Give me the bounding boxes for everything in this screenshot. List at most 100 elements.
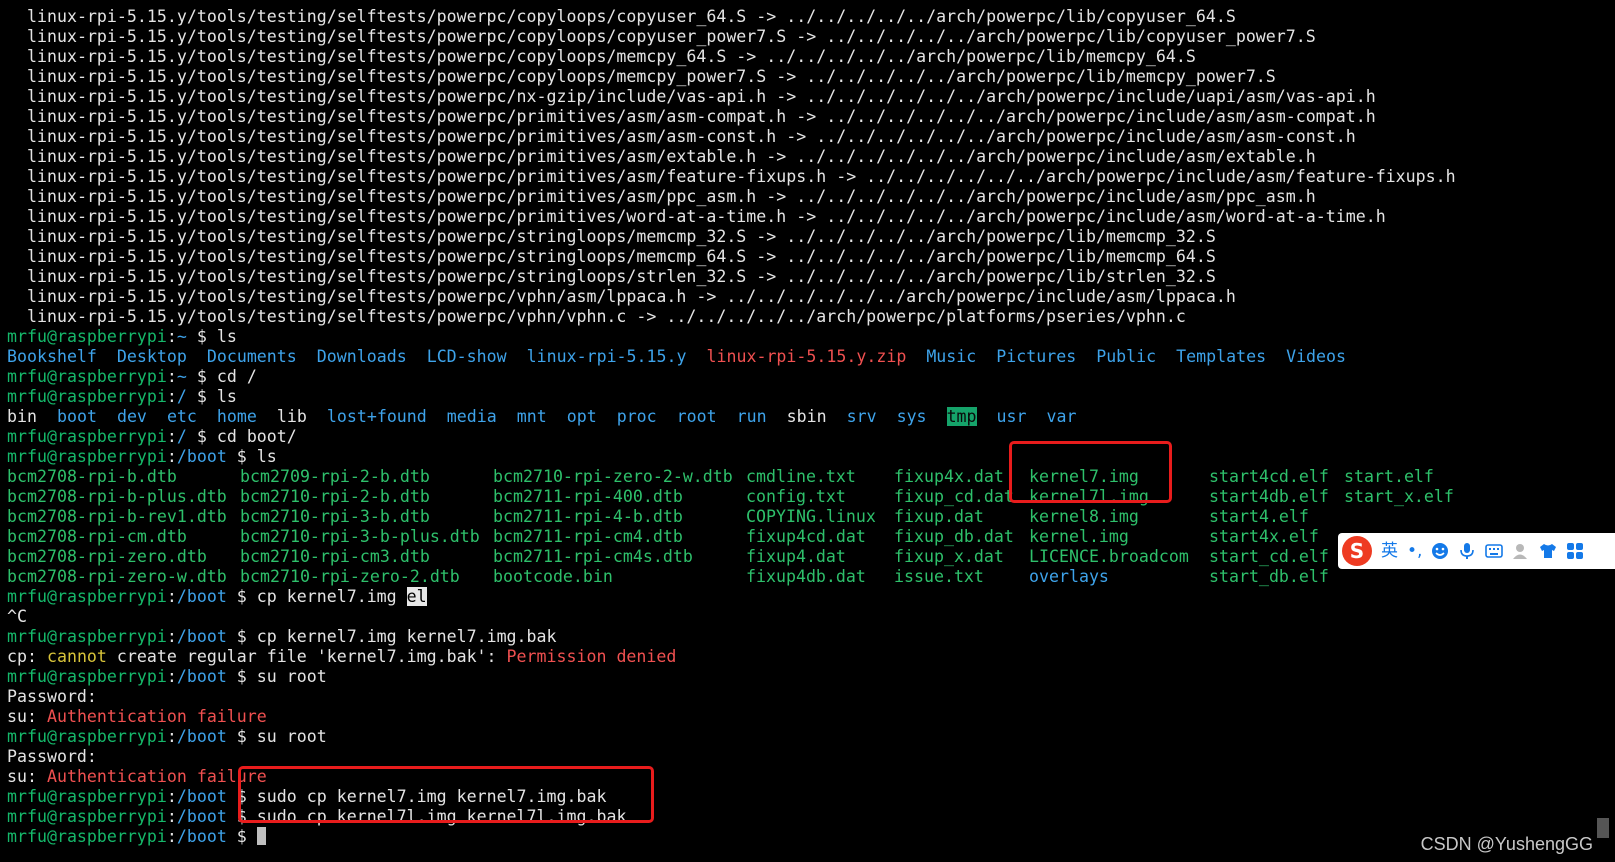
root-listing: bin boot dev etc home lib lost+found media mnt op… [7,407,1597,427]
ime-toolbar[interactable]: S 英 •, [1338,533,1615,569]
boot-file-entry: bcm2711-rpi-400.dtb [493,487,683,506]
emoji-icon[interactable] [1431,542,1449,560]
boot-file-entry: bcm2711-rpi-cm4s.dtb [493,547,693,566]
file-entry: etc [166,407,197,426]
watermark: CSDN @YushengGG [1420,834,1593,854]
boot-file-entry: bcm2708-rpi-b-rev1.dtb [7,507,227,526]
file-entry: linux-rpi-5.15.y.zip [706,347,907,366]
symlink-line: linux-rpi-5.15.y/tools/testing/selftests… [27,147,1316,166]
file-entry: linux-rpi-5.15.y [526,347,687,366]
highlight-box-kernel-files [1009,441,1172,503]
boot-file-entry: kernel8.img [1029,507,1139,526]
prompt-line: mrfu@raspberrypi:~ $ ls [7,327,237,346]
file-entry: mnt [516,407,547,426]
file-entry: lost+found [326,407,427,426]
prompt-line: mrfu@raspberrypi:/boot $ ls [7,447,277,466]
boot-file-entry: issue.txt [894,567,984,586]
file-entry: Videos [1286,347,1347,366]
scrollbar-thumb[interactable] [1597,818,1609,838]
prompt-line: mrfu@raspberrypi:/boot $ cp kernel7.img … [7,627,557,646]
boot-file-entry: start_cd.elf [1209,547,1329,566]
symlink-line: linux-rpi-5.15.y/tools/testing/selftests… [27,267,1216,286]
symlink-line: linux-rpi-5.15.y/tools/testing/selftests… [27,87,1376,106]
file-entry: usr [996,407,1027,426]
boot-file-entry: bcm2708-rpi-cm.dtb [7,527,187,546]
mic-icon[interactable] [1458,542,1476,560]
symlink-line: linux-rpi-5.15.y/tools/testing/selftests… [27,7,1236,26]
boot-file-entry: fixup4db.dat [746,567,866,586]
password-prompt: Password: [7,687,97,706]
symlink-line: linux-rpi-5.15.y/tools/testing/selftests… [27,127,1356,146]
boot-file-entry: bcm2710-rpi-2-b.dtb [240,487,430,506]
file-entry: Downloads [316,347,407,366]
file-entry: lib [276,407,307,426]
prompt-line: mrfu@raspberrypi:/ $ cd boot/ [7,427,297,446]
boot-file-entry: fixup_db.dat [894,527,1014,546]
boot-file-entry: bcm2710-rpi-3-b-plus.dtb [240,527,480,546]
user-icon[interactable] [1512,542,1530,560]
boot-file-entry: bcm2710-rpi-zero-2.dtb [240,567,460,586]
highlight-box-sudo-commands [238,766,654,823]
keyboard-icon[interactable] [1485,542,1504,560]
file-entry: Public [1096,347,1157,366]
file-entry: Documents [206,347,297,366]
boot-file-entry: cmdline.txt [746,467,856,486]
boot-file-entry: start_db.elf [1209,567,1329,586]
symlink-line: linux-rpi-5.15.y/tools/testing/selftests… [27,167,1456,186]
terminal-output[interactable]: linux-rpi-5.15.y/tools/testing/selftests… [7,7,1597,847]
boot-file-entry: fixup4cd.dat [746,527,866,546]
grid-icon[interactable] [1566,542,1584,560]
file-entry: root [676,407,717,426]
prompt-line: mrfu@raspberrypi:~ $ cd / [7,367,257,386]
boot-file-entry: bcm2711-rpi-cm4.dtb [493,527,683,546]
file-entry: tmp [946,407,977,426]
boot-file-entry: overlays [1029,567,1109,586]
symlink-line: linux-rpi-5.15.y/tools/testing/selftests… [27,27,1316,46]
boot-file-entry: start.elf [1344,467,1434,486]
file-entry: run [736,407,767,426]
file-entry: media [446,407,497,426]
file-entry: sys [896,407,927,426]
password-prompt: Password: [7,747,97,766]
boot-file-entry: start4x.elf [1209,527,1319,546]
home-listing: Bookshelf Desktop Documents Downloads LCD-sh… [7,347,1597,367]
boot-file-entry: config.txt [746,487,846,506]
prompt-line: mrfu@raspberrypi:/ $ ls [7,387,237,406]
symlink-line: linux-rpi-5.15.y/tools/testing/selftests… [27,307,1186,326]
file-entry: opt [566,407,597,426]
boot-file-entry: fixup.dat [894,507,984,526]
boot-file-entry: bcm2711-rpi-4-b.dtb [493,507,683,526]
symlink-line: linux-rpi-5.15.y/tools/testing/selftests… [27,207,1386,226]
file-entry: Pictures [996,347,1077,366]
symlink-line: linux-rpi-5.15.y/tools/testing/selftests… [27,287,1236,306]
boot-file-entry: start4cd.elf [1209,467,1329,486]
file-entry: proc [616,407,657,426]
ime-punctuation-toggle[interactable]: •, [1407,541,1422,561]
sogou-logo-icon[interactable]: S [1342,536,1372,566]
boot-file-entry: bcm2708-rpi-b-plus.dtb [7,487,227,506]
boot-file-entry: bootcode.bin [493,567,613,586]
boot-file-entry: fixup4.dat [746,547,846,566]
cp-error-line: cp: cannot create regular file 'kernel7.… [7,647,677,666]
file-entry: Bookshelf [7,347,97,366]
boot-file-entry: bcm2710-rpi-zero-2-w.dtb [493,467,733,486]
symlink-line: linux-rpi-5.15.y/tools/testing/selftests… [27,47,1196,66]
boot-file-entry: COPYING.linux [746,507,876,526]
selected-text: el [406,587,427,606]
text-cursor [256,827,266,845]
su-error-line: su: Authentication failure [7,707,267,726]
boot-file-entry: bcm2708-rpi-zero-w.dtb [7,567,227,586]
current-prompt-line[interactable]: mrfu@raspberrypi:/boot $ [7,827,1597,847]
symlink-line: linux-rpi-5.15.y/tools/testing/selftests… [27,107,1376,126]
boot-listing: bcm2708-rpi-b.dtb bcm2709-rpi-2-b.dtb bcm2… [7,467,1597,587]
boot-file-entry: start4db.elf [1209,487,1329,506]
shirt-icon[interactable] [1539,542,1557,560]
boot-file-entry: bcm2709-rpi-2-b.dtb [240,467,430,486]
ime-language-toggle[interactable]: 英 [1381,541,1398,561]
file-entry: bin [7,407,37,426]
prompt-line: mrfu@raspberrypi:/boot $ su root [7,727,327,746]
boot-file-entry [1344,567,1464,587]
boot-file-entry [1344,507,1464,527]
file-entry: sbin [786,407,827,426]
file-entry: boot [56,407,97,426]
